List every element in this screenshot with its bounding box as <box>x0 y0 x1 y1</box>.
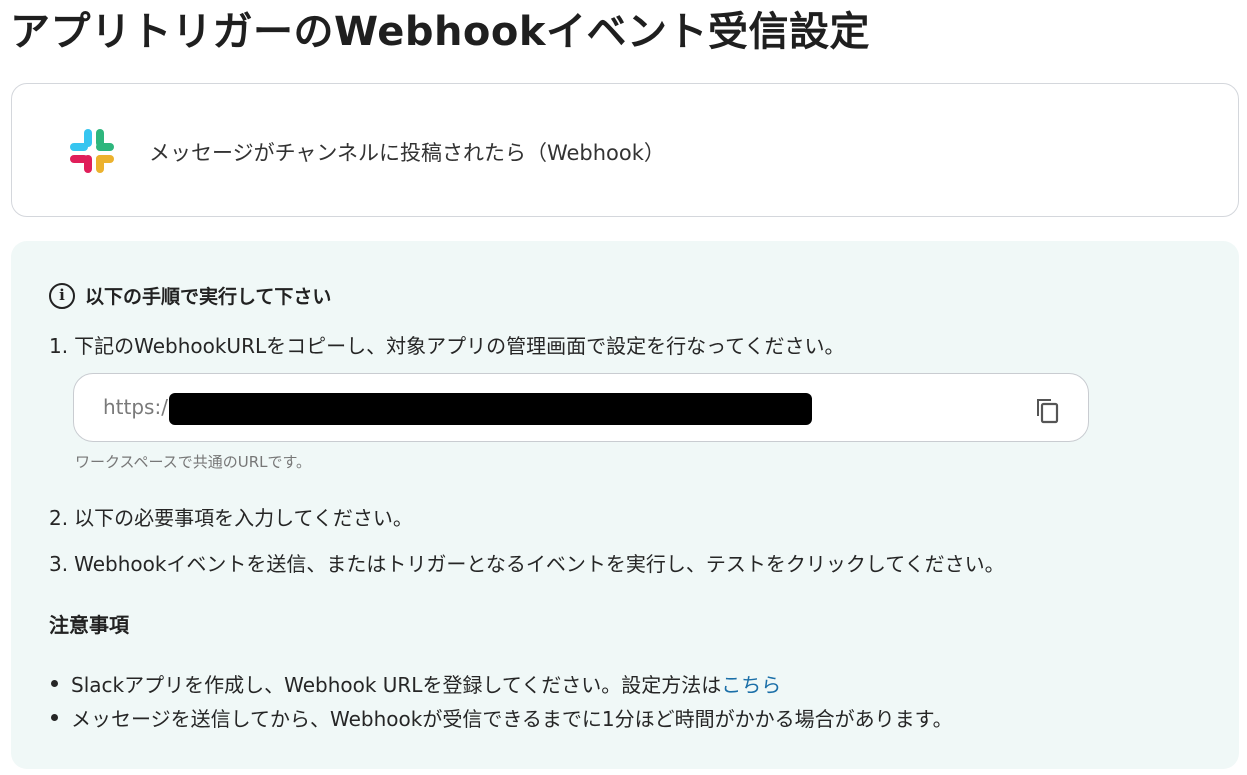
bullet <box>51 714 58 721</box>
notes-title: 注意事項 <box>49 613 129 637</box>
webhook-url-prefix: https:/ <box>103 395 168 419</box>
instructions-title: 以下の手順で実行して下さい <box>85 286 332 308</box>
step-number: 1. <box>49 334 69 358</box>
note-item-1: Slackアプリを作成し、Webhook URLを登録してください。設定方法はこ… <box>49 669 781 698</box>
step-1: 1. 下記のWebhookURLをコピーし、対象アプリの管理画面で設定を行なってく… <box>49 330 845 359</box>
webhook-url-redacted <box>169 393 812 425</box>
webhook-url-hint: ワークスペースで共通のURLです。 <box>75 453 312 471</box>
step-3: 3. Webhookイベントを送信、またはトリガーとなるイベントを実行し、テストを… <box>49 548 1005 577</box>
info-icon: i <box>49 282 75 309</box>
instructions-heading: i 以下の手順で実行して下さい <box>49 282 331 309</box>
step-number: 3. <box>49 552 69 576</box>
step-number: 2. <box>49 506 69 530</box>
copy-icon[interactable] <box>1032 395 1062 425</box>
slack-logo-icon <box>70 129 114 173</box>
trigger-card: メッセージがチャンネルに投稿されたら（Webhook） <box>11 83 1239 217</box>
setup-guide-link[interactable]: こちら <box>721 669 781 698</box>
page-title: アプリトリガーのWebhookイベント受信設定 <box>10 9 870 55</box>
trigger-name: メッセージがチャンネルに投稿されたら（Webhook） <box>149 141 665 165</box>
instructions-panel: i 以下の手順で実行して下さい 1. 下記のWebhookURLをコピーし、対象ア… <box>11 241 1239 769</box>
note-text: Slackアプリを作成し、Webhook URLを登録してください。設定方法は <box>71 673 722 697</box>
step-text: 以下の必要事項を入力してください。 <box>74 506 413 530</box>
bullet <box>51 680 58 687</box>
step-text: 下記のWebhookURLをコピーし、対象アプリの管理画面で設定を行なってくださ… <box>74 334 845 358</box>
webhook-url-field[interactable]: https:/ <box>73 373 1089 442</box>
note-item-2: メッセージを送信してから、Webhookが受信できるまでに1分ほど時間がかかる場… <box>49 703 953 732</box>
step-2: 2. 以下の必要事項を入力してください。 <box>49 502 413 531</box>
step-text: Webhookイベントを送信、またはトリガーとなるイベントを実行し、テストをクリ… <box>74 552 1005 576</box>
note-text: メッセージを送信してから、Webhookが受信できるまでに1分ほど時間がかかる場… <box>71 707 953 731</box>
